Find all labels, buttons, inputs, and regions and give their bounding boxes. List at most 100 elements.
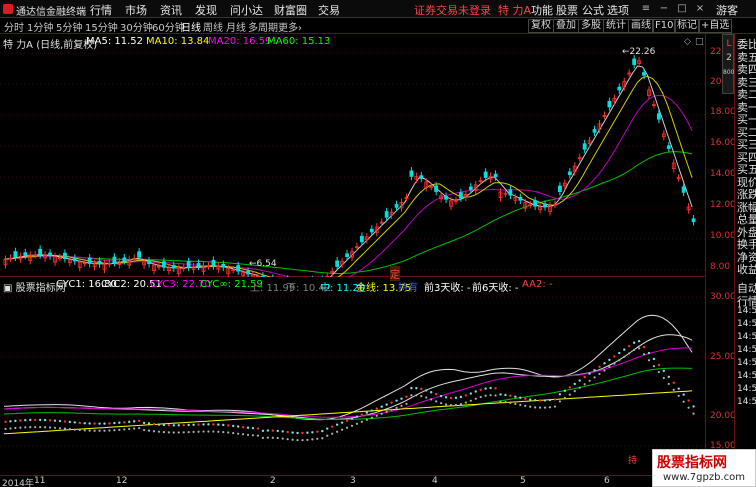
signal-dot	[395, 406, 398, 409]
window-menu-icon[interactable]: ≡	[640, 3, 652, 15]
watermark-url: www.7gpzb.com	[663, 472, 745, 483]
diejia-button[interactable]: 叠加	[553, 19, 579, 33]
signal-dot	[514, 395, 517, 398]
menu-jiaoyi[interactable]: 交易	[318, 2, 340, 18]
signal-dot	[632, 341, 636, 344]
candle-body	[13, 251, 18, 258]
menu-hangqing[interactable]: 行情	[90, 2, 112, 18]
indicator-chart[interactable]: ▣ 股票指标网 CYC1: 16.80 CYC2: 20.51 CYC3: 22…	[0, 278, 736, 475]
signal-dot	[415, 386, 418, 390]
signal-dot	[375, 414, 378, 417]
candle-body	[493, 173, 498, 178]
menu-zixun[interactable]: 资讯	[160, 2, 182, 18]
signal-dot	[573, 390, 576, 393]
signal-dot	[514, 402, 517, 405]
signal-dot	[68, 428, 71, 431]
kline-chart[interactable]: 特 力A (日线,前复权) MA5: 11.52 MA10: 13.84 MA2…	[0, 34, 736, 281]
candle-body	[617, 86, 622, 91]
indicator-tick: 20.00	[710, 411, 736, 421]
signal-dot	[425, 389, 428, 392]
signal-dot	[440, 402, 443, 405]
signal-dot	[558, 400, 562, 403]
signal-dot	[415, 394, 418, 397]
minimize-icon[interactable]: −	[658, 3, 670, 15]
period-1min[interactable]: 1分钟	[27, 19, 53, 34]
close-icon[interactable]: ×	[694, 3, 706, 15]
menu-gupiao[interactable]: 股票	[556, 2, 578, 18]
period-60min[interactable]: 60分钟	[152, 19, 185, 34]
fuquan-button[interactable]: 复权	[528, 19, 554, 33]
period-15min[interactable]: 15分钟	[85, 19, 118, 34]
duogu-button[interactable]: 多股	[578, 19, 604, 33]
tick-row: 14:50	[737, 371, 756, 381]
signal-dot	[350, 424, 354, 427]
signal-dot	[34, 425, 37, 429]
signal-dot	[19, 426, 22, 429]
period-5min[interactable]: 5分钟	[56, 19, 82, 34]
signal-dot	[340, 421, 344, 424]
period-30min[interactable]: 30分钟	[120, 19, 153, 34]
period-more[interactable]: 更多›	[278, 19, 302, 34]
signal-dot	[9, 420, 12, 423]
period-weekly[interactable]: 周线	[203, 19, 223, 34]
signal-dot	[167, 431, 170, 434]
menu-gongneng[interactable]: 功能	[531, 2, 553, 18]
period-more-label: 更多	[278, 23, 298, 34]
signal-dot	[88, 429, 91, 432]
signal-dot	[222, 423, 225, 427]
period-monthly[interactable]: 月线	[226, 19, 246, 34]
biaoji-button[interactable]: 标记	[674, 19, 700, 33]
candle-body	[642, 72, 646, 76]
menu-wenxiaoda[interactable]: 问小达	[230, 2, 263, 18]
menu-xuanxiang[interactable]: 选项	[607, 2, 629, 18]
signal-dot	[652, 357, 656, 361]
ma20-path	[3, 94, 693, 277]
signal-dot	[519, 396, 522, 399]
date-label: 6	[604, 476, 610, 486]
signal-dot	[687, 406, 690, 409]
signal-dot	[360, 420, 363, 423]
signal-dot	[271, 429, 274, 432]
maximize-icon[interactable]: □	[676, 3, 688, 15]
signal-dot	[529, 405, 532, 408]
add-favorite-button[interactable]: +自选	[698, 19, 733, 33]
signal-dot	[370, 409, 373, 412]
date-axis: 2014年 11 12 2 3 4 5 6	[0, 475, 706, 487]
signal-dot	[242, 433, 245, 436]
candle-body	[72, 257, 77, 262]
login-notice[interactable]: 证券交易未登录 特 力A	[414, 2, 531, 18]
signal-dot	[98, 422, 101, 425]
signal-dot	[474, 397, 477, 400]
signal-dot	[202, 423, 205, 426]
signal-dot	[128, 427, 131, 431]
signal-dot	[573, 382, 576, 386]
f10-button[interactable]: F10	[652, 19, 677, 33]
signal-dot	[137, 419, 141, 423]
tick-row: 14:50	[737, 319, 756, 329]
signal-dot	[509, 394, 512, 397]
period-daily[interactable]: 日线	[181, 19, 201, 34]
signal-dot	[133, 427, 136, 430]
huaxian-button[interactable]: 画线	[628, 19, 654, 33]
period-fenshi[interactable]: 分时	[4, 19, 24, 34]
signal-dot	[187, 423, 190, 427]
candle-body	[369, 228, 374, 233]
price-tick: 14.00	[710, 169, 736, 179]
menu-gongshi[interactable]: 公式	[582, 2, 604, 18]
signal-dot	[78, 428, 81, 432]
signal-dot	[444, 403, 448, 406]
candle-body	[607, 100, 612, 108]
period-multi[interactable]: 多周期	[248, 19, 278, 34]
tongji-button[interactable]: 统计	[603, 19, 629, 33]
signal-dot	[553, 398, 557, 401]
signal-dot	[241, 425, 245, 429]
signal-dot	[583, 375, 586, 379]
signal-dot	[73, 421, 77, 424]
menu-caifuquan[interactable]: 财富圈	[274, 2, 307, 18]
menu-shichang[interactable]: 市场	[125, 2, 147, 18]
signal-dot	[677, 394, 680, 397]
signal-dot	[9, 427, 12, 430]
menu-faxian[interactable]: 发现	[195, 2, 217, 18]
side-collapse-tab[interactable]: L 2 8000	[722, 34, 738, 94]
guest-label[interactable]: 游客	[716, 2, 738, 18]
